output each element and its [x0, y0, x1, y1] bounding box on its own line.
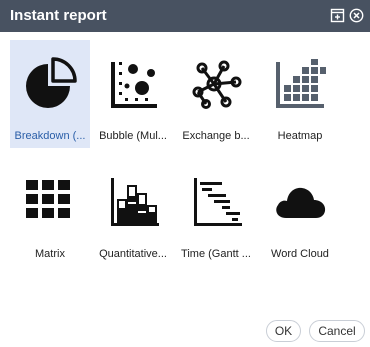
- pie-chart-icon: [22, 56, 78, 112]
- stacked-bar-chart-icon: [105, 174, 161, 230]
- ok-button[interactable]: OK: [266, 320, 301, 342]
- tile-breakdown[interactable]: Breakdown (...: [10, 40, 90, 148]
- tile-label: Time (Gantt ...: [181, 248, 251, 260]
- cloud-icon: [272, 174, 328, 230]
- tile-label: Bubble (Mul...: [99, 130, 167, 142]
- tile-matrix[interactable]: Matrix: [10, 158, 90, 266]
- bubble-chart-icon: [105, 56, 161, 112]
- tile-label: Exchange b...: [182, 130, 250, 142]
- tile-heatmap[interactable]: Heatmap: [260, 40, 340, 148]
- tile-bubble[interactable]: Bubble (Mul...: [93, 40, 173, 148]
- tile-label: Breakdown (...: [14, 130, 86, 142]
- tile-exchange[interactable]: Exchange b...: [176, 40, 256, 148]
- gantt-chart-icon: [188, 174, 244, 230]
- heatmap-icon: [272, 56, 328, 112]
- report-type-grid: Breakdown (... Bubble (Mul... Exchange b…: [0, 0, 370, 300]
- tile-label: Heatmap: [277, 130, 323, 142]
- tile-quantitative[interactable]: Quantitative...: [93, 158, 173, 266]
- tile-label: Word Cloud: [271, 248, 329, 260]
- matrix-grid-icon: [22, 174, 78, 230]
- network-icon: [188, 56, 244, 112]
- tile-label: Matrix: [35, 248, 65, 260]
- cancel-button[interactable]: Cancel: [309, 320, 365, 342]
- tile-word-cloud[interactable]: Word Cloud: [260, 158, 340, 266]
- tile-time-gantt[interactable]: Time (Gantt ...: [176, 158, 256, 266]
- tile-label: Quantitative...: [99, 248, 167, 260]
